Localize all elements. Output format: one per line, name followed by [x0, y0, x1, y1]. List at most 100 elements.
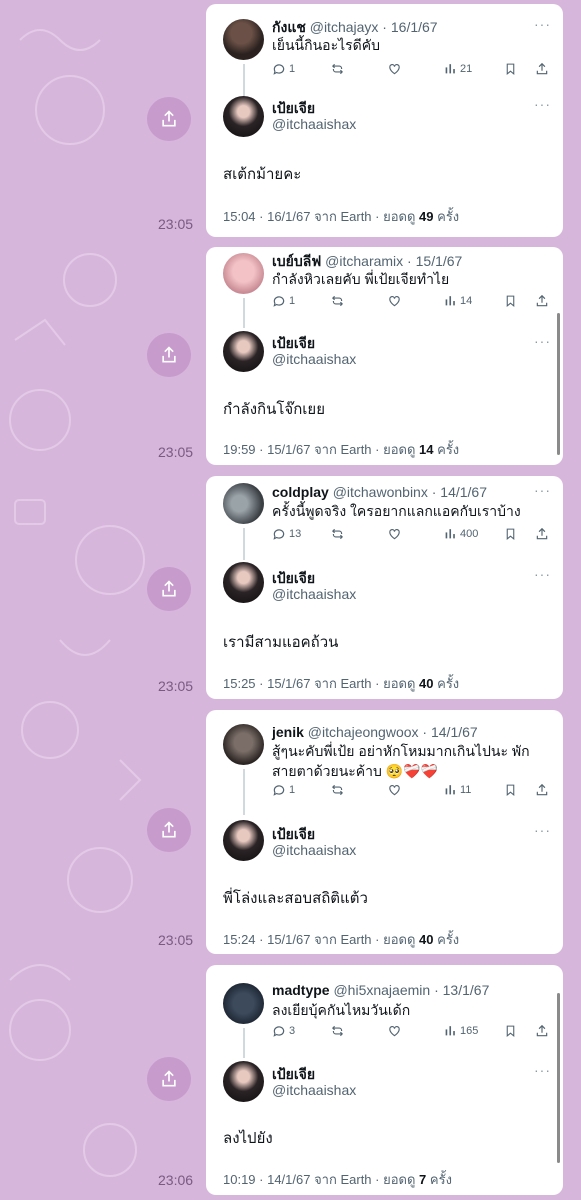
reply-tweet[interactable]: coldplay @itchawonbinx · 14/1/67 ครั้งนี…	[206, 476, 563, 560]
share-tweet-action[interactable]	[535, 1024, 549, 1038]
share-icon	[162, 110, 176, 127]
reply-name[interactable]: madtype	[272, 982, 330, 998]
more-options-icon[interactable]: ···	[534, 16, 551, 32]
share-tweet-action[interactable]	[535, 527, 549, 541]
retweet-action[interactable]	[330, 527, 345, 541]
retweet-action[interactable]	[330, 783, 345, 797]
reply-tweet[interactable]: เบย์บลีฟ @itcharamix · 15/1/67 กำลังหิวเ…	[206, 247, 563, 328]
tweet-views: 49	[419, 209, 434, 224]
share-button[interactable]	[147, 567, 191, 611]
reply-text: กำลังหิวเลยคับ พี่เป้ยเจียทำไย	[272, 271, 450, 287]
share-icon	[162, 1070, 176, 1087]
views-action[interactable]: 11	[444, 783, 471, 796]
more-options-icon[interactable]: ···	[534, 333, 551, 349]
scrollbar[interactable]	[557, 313, 560, 455]
share-button[interactable]	[147, 333, 191, 377]
more-options-icon[interactable]: ···	[534, 482, 551, 498]
comment-icon	[273, 785, 285, 796]
avatar[interactable]	[223, 331, 264, 372]
thread-line	[243, 298, 245, 328]
thread-line	[243, 64, 245, 98]
share-tweet-action[interactable]	[535, 783, 549, 797]
reply-action[interactable]: 13	[272, 527, 301, 541]
author-handle[interactable]: @itchaaishax	[272, 1082, 356, 1098]
retweet-icon	[332, 784, 343, 796]
share-button[interactable]	[147, 1057, 191, 1101]
tweet-card[interactable]: coldplay @itchawonbinx · 14/1/67 ครั้งนี…	[206, 476, 563, 699]
more-options-icon[interactable]: ···	[534, 822, 551, 838]
retweet-action[interactable]	[330, 62, 345, 76]
share-button[interactable]	[147, 97, 191, 141]
reply-action[interactable]: 1	[272, 62, 295, 76]
tweet-meta: 15:04 · 16/1/67 จาก Earth · ยอดดู 49 ครั…	[223, 206, 459, 227]
author-handle[interactable]: @itchaaishax	[272, 586, 356, 602]
share-button[interactable]	[147, 808, 191, 852]
reply-handle[interactable]: @hi5xnajaemin	[333, 982, 430, 998]
tweet-card[interactable]: กังแช @itchajayx · 16/1/67 เย็นนี้กินอะไ…	[206, 4, 563, 237]
reply-action[interactable]: 3	[272, 1024, 295, 1038]
avatar[interactable]	[223, 19, 264, 60]
bookmark-action[interactable]	[504, 1024, 517, 1038]
avatar[interactable]	[223, 483, 264, 524]
message-time: 23:05	[158, 678, 194, 694]
reply-name[interactable]: เบย์บลีฟ	[272, 253, 321, 269]
scrollbar[interactable]	[557, 993, 560, 1163]
avatar[interactable]	[223, 562, 264, 603]
views-action[interactable]: 21	[444, 62, 472, 75]
reply-handle[interactable]: @itchajayx	[310, 19, 379, 35]
reply-action[interactable]: 1	[272, 294, 295, 308]
like-action[interactable]	[387, 1024, 402, 1038]
like-action[interactable]	[387, 62, 402, 76]
more-options-icon[interactable]: ···	[534, 1062, 551, 1078]
avatar[interactable]	[223, 96, 264, 137]
tweet-card[interactable]: madtype @hi5xnajaemin · 13/1/67 ลงเยียบุ…	[206, 965, 563, 1195]
like-action[interactable]	[387, 783, 402, 797]
reply-name[interactable]: กังแช	[272, 19, 306, 35]
reply-handle[interactable]: @itcharamix	[325, 253, 403, 269]
avatar[interactable]	[223, 983, 264, 1024]
retweet-action[interactable]	[330, 1024, 345, 1038]
share-tweet-action[interactable]	[535, 294, 549, 308]
reply-count: 3	[289, 1025, 296, 1037]
like-action[interactable]	[387, 527, 402, 541]
bookmark-action[interactable]	[504, 294, 517, 308]
author-handle[interactable]: @itchaaishax	[272, 842, 356, 858]
more-options-icon[interactable]: ···	[534, 96, 551, 112]
heart-icon	[389, 296, 400, 307]
view-count: 400	[460, 527, 479, 540]
bookmark-action[interactable]	[504, 783, 517, 797]
like-action[interactable]	[387, 294, 402, 308]
bookmark-action[interactable]	[504, 527, 517, 541]
reply-action[interactable]: 1	[272, 783, 295, 797]
author-handle[interactable]: @itchaaishax	[272, 351, 356, 367]
tweet-card[interactable]: เบย์บลีฟ @itcharamix · 15/1/67 กำลังหิวเ…	[206, 247, 563, 465]
reply-name[interactable]: coldplay	[272, 484, 329, 500]
avatar[interactable]	[223, 1061, 264, 1102]
bookmark-icon	[506, 1025, 515, 1038]
action-bar: 1 14	[272, 294, 552, 314]
retweet-action[interactable]	[330, 294, 345, 308]
reply-tweet[interactable]: กังแช @itchajayx · 16/1/67 เย็นนี้กินอะไ…	[206, 4, 563, 98]
share-tweet-action[interactable]	[535, 62, 549, 76]
avatar[interactable]	[223, 253, 264, 294]
avatar[interactable]	[223, 724, 264, 765]
reply-handle[interactable]: @itchajeongwoox	[308, 724, 419, 740]
view-count: 21	[460, 62, 473, 75]
tweet-text: พี่โล่งและสอบสถิติแต้ว	[223, 890, 368, 907]
upload-icon	[536, 1024, 548, 1037]
reply-name[interactable]: jenik	[272, 724, 304, 740]
views-action[interactable]: 14	[444, 294, 472, 307]
bookmark-action[interactable]	[504, 62, 517, 76]
more-options-icon[interactable]: ···	[534, 566, 551, 582]
avatar[interactable]	[223, 820, 264, 861]
reply-handle[interactable]: @itchawonbinx	[333, 484, 428, 500]
reply-tweet[interactable]: madtype @hi5xnajaemin · 13/1/67 ลงเยียบุ…	[206, 965, 563, 1058]
views-action[interactable]: 165	[444, 1024, 478, 1037]
tweet-card[interactable]: jenik @itchajeongwoox · 14/1/67 สู้ๆนะคั…	[206, 710, 563, 954]
analytics-icon	[445, 296, 455, 306]
views-action[interactable]: 400	[444, 527, 478, 540]
reply-tweet[interactable]: jenik @itchajeongwoox · 14/1/67 สู้ๆนะคั…	[206, 710, 563, 815]
reply-date: 15/1/67	[415, 253, 463, 269]
heart-icon	[389, 1026, 400, 1037]
author-handle[interactable]: @itchaaishax	[272, 116, 356, 132]
